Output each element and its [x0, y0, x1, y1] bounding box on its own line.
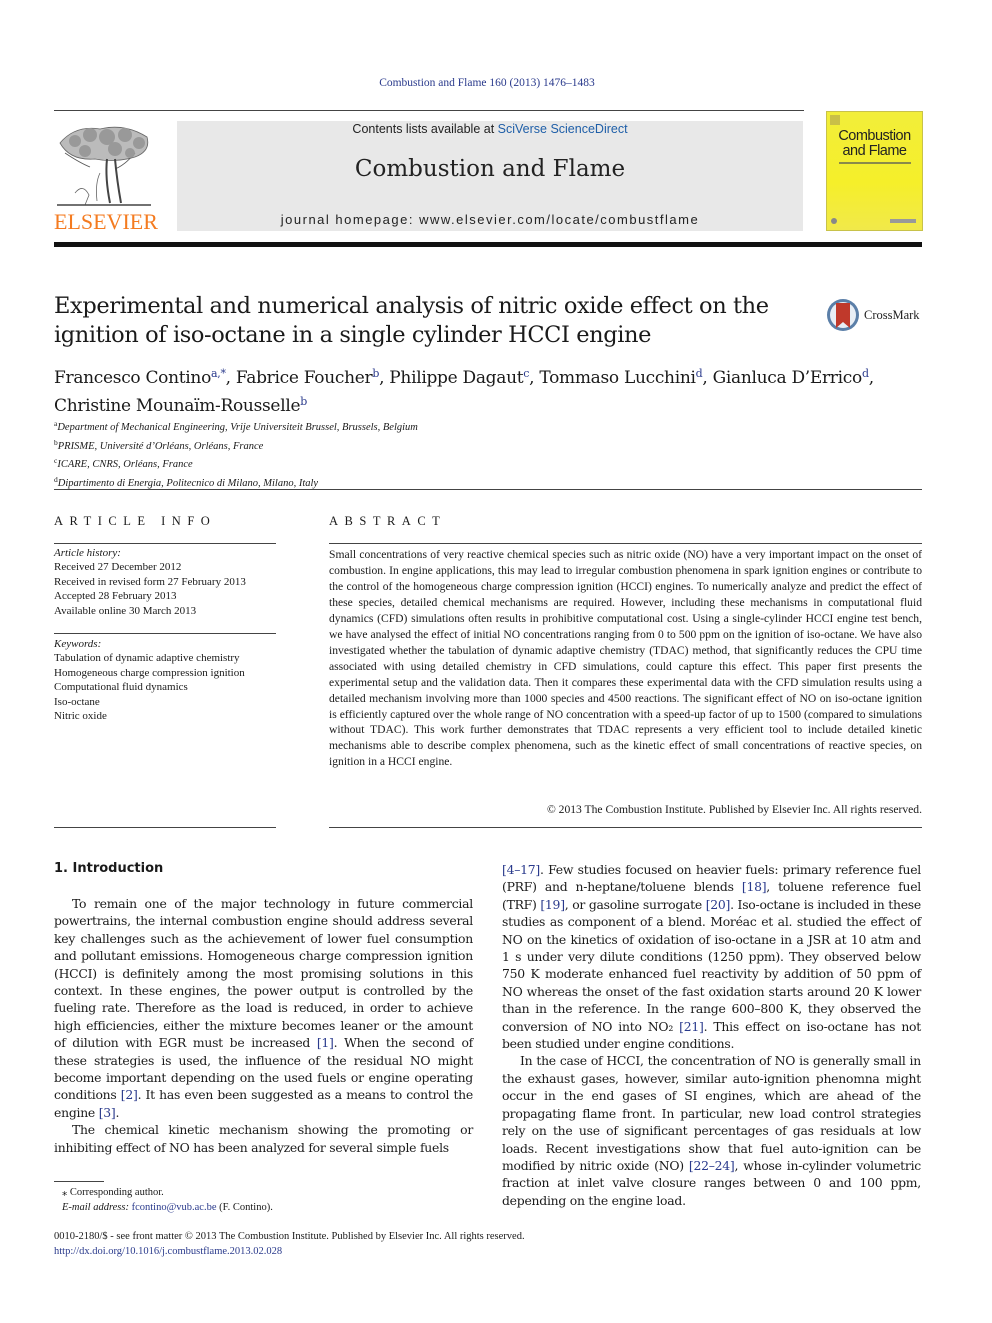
cover-seal-icon	[831, 218, 837, 224]
crossmark-label: CrossMark	[864, 308, 920, 322]
body-column-left: To remain one of the major technology in…	[54, 895, 473, 1156]
history-label: Article history:	[54, 547, 121, 559]
affiliation-text: Department of Mechanical Engineering, Vr…	[57, 422, 418, 433]
doi-link[interactable]: http://dx.doi.org/10.1016/j.combustflame…	[54, 1245, 754, 1260]
abstract-heading: ABSTRACT	[329, 514, 447, 528]
article-title: Experimental and numerical analysis of n…	[54, 293, 769, 348]
author-affiliation-marker[interactable]: d	[862, 367, 869, 380]
header-bottom-rule	[54, 242, 922, 247]
keyword-item: Nitric oxide	[54, 710, 107, 723]
cover-title-line1: Combustion	[838, 128, 911, 144]
email-link[interactable]: fcontino@vub.ac.be	[132, 1202, 217, 1213]
page-footer: 0010-2180/$ - see front matter © 2013 Th…	[54, 1230, 754, 1259]
keywords-label: Keywords:	[54, 638, 102, 650]
keywords: Keywords: Tabulation of dynamic adaptive …	[54, 637, 284, 723]
author-list: Francesco Continoa,*, Fabrice Foucherb, …	[54, 362, 934, 418]
section-heading-introduction: 1. Introduction	[54, 861, 164, 876]
journal-title: Combustion and Flame	[354, 156, 626, 182]
affiliation-item: aDepartment of Mechanical Engineering, V…	[54, 417, 654, 436]
citation-link[interactable]: [20]	[706, 897, 731, 912]
author-name[interactable]: Philippe Dagaut	[389, 368, 523, 388]
citation-link[interactable]: [2]	[121, 1087, 138, 1102]
email-suffix: (F. Contino).	[216, 1202, 273, 1213]
author-name[interactable]: Gianluca D’Errico	[713, 368, 863, 388]
contents-availability: Contents lists available at SciVerse Sci…	[177, 121, 803, 137]
affiliation-text: Dipartimento di Energia, Politecnico di …	[57, 477, 319, 489]
author-separator: ,	[529, 368, 540, 388]
crossmark-button[interactable]: CrossMark	[826, 298, 926, 334]
keyword-item: Iso-octane	[54, 695, 100, 708]
journal-reference-link[interactable]: Combustion and Flame 160 (2013) 1476–148…	[0, 77, 974, 89]
crossmark-icon	[827, 299, 859, 331]
body-paragraph: [4–17]. Few studies focused on heavier f…	[502, 862, 921, 1052]
citation-link[interactable]: [18]	[742, 879, 767, 894]
cover-subtitle-line	[839, 162, 911, 164]
header-top-rule	[54, 110, 804, 111]
citation-link[interactable]: [1]	[317, 1035, 334, 1050]
email-note: E-mail address: fcontino@vub.ac.be (F. C…	[54, 1200, 474, 1215]
author-affiliation-marker[interactable]: a,*	[211, 367, 226, 380]
article-history: Article history: Received 27 December 201…	[54, 546, 284, 618]
keyword-item: Computational fluid dynamics	[54, 681, 188, 694]
footnotes: ⁎ Corresponding author. E-mail address: …	[54, 1185, 474, 1215]
history-item: Accepted 28 February 2013	[54, 590, 177, 603]
article-info-heading: ARTICLE INFO	[54, 514, 217, 528]
citation-link[interactable]: [3]	[99, 1105, 116, 1120]
author-name[interactable]: Christine Mounaïm-Rousselle	[54, 396, 301, 416]
affiliation-item: bPRISME, Université d’Orléans, Orléans, …	[54, 436, 654, 455]
abstract-copyright: © 2013 The Combustion Institute. Publish…	[546, 803, 922, 816]
author-affiliation-marker[interactable]: b	[300, 395, 307, 408]
author-separator: ,	[868, 368, 874, 388]
cover-title-line2: and Flame	[842, 143, 907, 159]
cover-title: Combustion and Flame	[826, 129, 923, 159]
author-name[interactable]: Tommaso Lucchini	[539, 368, 696, 388]
affiliation-item: cICARE, CNRS, Orléans, France	[54, 454, 654, 473]
article-info-rule	[54, 543, 276, 544]
section-rule	[54, 489, 922, 490]
author-separator: ,	[379, 368, 390, 388]
author-name[interactable]: Fabrice Foucher	[236, 368, 373, 388]
abstract-bottom-rule	[329, 827, 922, 828]
citation-link[interactable]: [4–17]	[502, 862, 540, 877]
affiliation-text: ICARE, CNRS, Orléans, France	[57, 459, 193, 470]
article-info-bottom-rule	[54, 827, 276, 828]
corresponding-author-note: ⁎ Corresponding author.	[62, 1187, 164, 1198]
issn-line: 0010-2180/$ - see front matter © 2013 Th…	[54, 1231, 525, 1242]
abstract-text: Small concentrations of very reactive ch…	[329, 548, 922, 769]
cover-publisher-icon	[830, 115, 840, 125]
history-item: Available online 30 March 2013	[54, 604, 197, 617]
keyword-item: Tabulation of dynamic adaptive chemistry	[54, 652, 240, 665]
keywords-rule	[54, 633, 276, 634]
contents-prefix: Contents lists available at	[352, 122, 498, 136]
body-paragraph: The chemical kinetic mechanism showing t…	[54, 1122, 473, 1155]
author-separator: ,	[702, 368, 713, 388]
email-label: E-mail address:	[62, 1202, 129, 1213]
elsevier-wordmark: ELSEVIER	[54, 209, 158, 234]
citation-link[interactable]: [19]	[540, 897, 565, 912]
keyword-item: Homogeneous charge compression ignition	[54, 666, 245, 679]
citation-link[interactable]: [21]	[679, 1019, 704, 1034]
cover-footer-text	[890, 219, 916, 223]
affiliation-text: PRISME, Université d’Orléans, Orléans, F…	[57, 440, 264, 452]
history-item: Received in revised form 27 February 201…	[54, 575, 246, 588]
body-paragraph: To remain one of the major technology in…	[54, 896, 473, 1120]
author-separator: ,	[225, 368, 236, 388]
footnote-rule	[54, 1181, 104, 1182]
elsevier-tree-icon	[57, 126, 151, 206]
journal-homepage[interactable]: journal homepage: www.elsevier.com/locat…	[177, 212, 803, 227]
body-column-right: [4–17]. Few studies focused on heavier f…	[502, 861, 921, 1209]
body-paragraph: In the case of HCCI, the concentration o…	[502, 1053, 921, 1208]
sciencedirect-link[interactable]: SciVerse ScienceDirect	[498, 122, 628, 136]
abstract-rule	[329, 543, 922, 544]
citation-link[interactable]: [22–24]	[689, 1158, 735, 1173]
affiliations: aDepartment of Mechanical Engineering, V…	[54, 417, 654, 491]
history-item: Received 27 December 2012	[54, 561, 182, 574]
author-name[interactable]: Francesco Contino	[54, 368, 211, 388]
